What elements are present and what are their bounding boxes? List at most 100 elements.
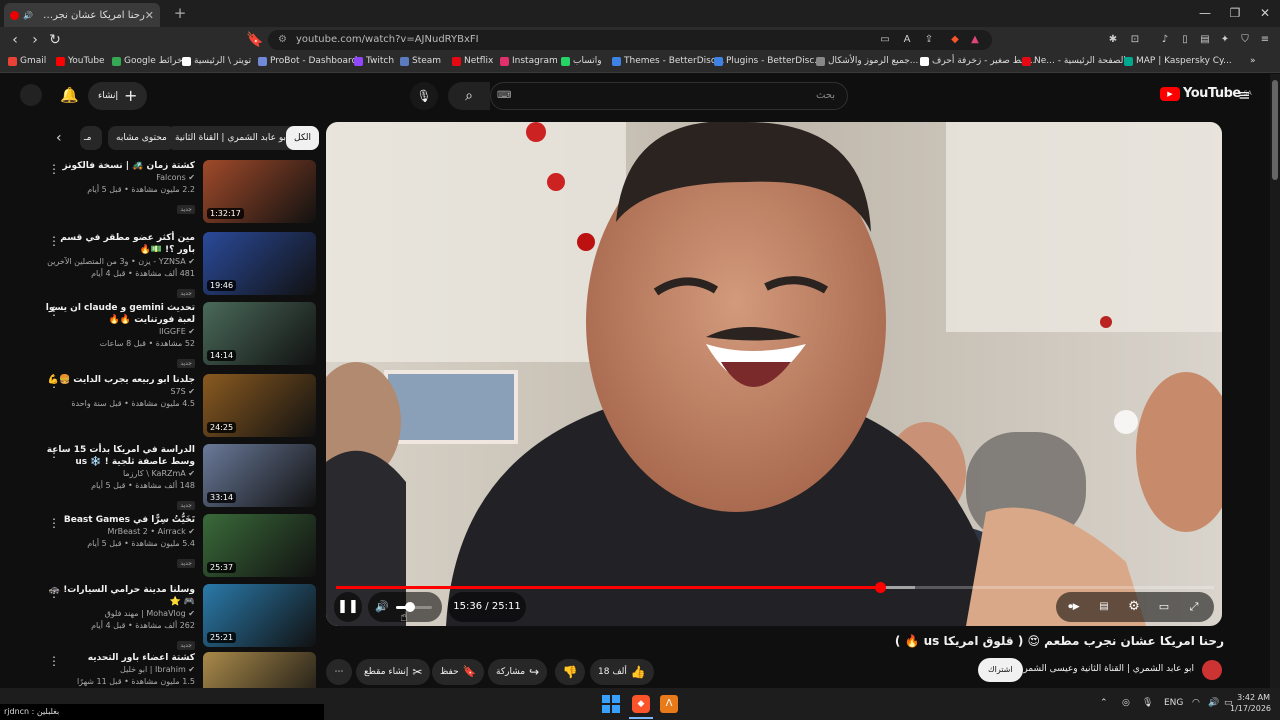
bookmark-whatsapp[interactable]: واتساب [561, 56, 602, 66]
theater-mode-icon[interactable]: ▭ [1150, 592, 1178, 622]
media-icon[interactable]: ♪ [1158, 33, 1172, 47]
microphone-icon[interactable]: 🎙 [1142, 698, 1153, 708]
volume-icon[interactable]: 🔊 [372, 592, 392, 622]
video-thumbnail[interactable]: 25:37 [203, 514, 316, 577]
language-indicator[interactable]: ENG [1164, 698, 1183, 708]
bookmark-netflix[interactable]: Netflix [452, 56, 493, 66]
video-thumbnail[interactable]: 1:32:17 [203, 160, 316, 223]
menu-icon[interactable]: ≡ [1258, 33, 1272, 47]
video-thumbnail[interactable]: 33:14 [203, 444, 316, 507]
brave-shields-icon[interactable]: ◆ [948, 33, 962, 47]
recommendation-card[interactable]: ⋮ 25:37 تَخَيُّتُ سِرًّا في Beast Games … [40, 514, 316, 578]
sidebar-icon[interactable]: ▯ [1178, 33, 1192, 47]
video-title[interactable]: جلدنا ابو ربيعه يجرب الدايت 🍔💪 [45, 374, 195, 386]
channel-name[interactable]: ✔ Ibrahim | ابو خليل [45, 664, 195, 676]
more-bookmarks-icon[interactable]: » [1250, 56, 1256, 66]
recommendation-card[interactable]: ⋮ 19:46 مين أكثر عضو مطقر في قسم باور ؟!… [40, 232, 316, 298]
bookmark-instagram[interactable]: Instagram [500, 56, 558, 66]
bookmark-twitter[interactable]: تويتر \ الرئيسية [182, 56, 251, 66]
channel-avatar[interactable] [1202, 660, 1222, 680]
channel-name[interactable]: ✔ Falcons [45, 172, 195, 184]
video-thumbnail[interactable]: 24:25 [203, 374, 316, 437]
guide-menu-icon[interactable]: ≡ [1238, 86, 1251, 104]
app-taskbar-icon[interactable]: Λ [660, 695, 678, 713]
volume-slider[interactable] [396, 602, 432, 612]
bookmark-twitch[interactable]: Twitch [354, 56, 394, 66]
bookmark-symbols[interactable]: جميع الرموز والأشكال... [816, 56, 918, 66]
bookmark-fonts[interactable]: خط صغير - زخرفة أحرف... [920, 56, 1035, 66]
reload-button[interactable]: ↻ [46, 31, 64, 49]
video-title[interactable]: كشتة اعضاء باور التحديه [45, 652, 195, 664]
brave-rewards-icon[interactable]: ▲ [968, 33, 982, 47]
bookmark-youtube[interactable]: YouTube [56, 56, 105, 66]
like-button[interactable]: 18 ألف 👍 [590, 659, 654, 685]
search-button[interactable]: ⌕ [448, 82, 490, 110]
voice-search-icon[interactable]: 🎙 [410, 82, 438, 110]
video-title[interactable]: مين أكثر عضو مطقر في قسم باور ؟! 💵🔥 [45, 232, 195, 256]
site-info-icon[interactable]: ⚙ [278, 30, 287, 50]
video-player[interactable]: ❚❚ 🔊 15:36 / 25:11 ⏺▶ ▤ ⚙ ▭ ⤢ [326, 122, 1222, 626]
recommendation-card[interactable]: ⋮ 24:25 جلدنا ابو ربيعه يجرب الدايت 🍔💪 ✔… [40, 374, 316, 438]
screenshot-icon[interactable]: ⊡ [1128, 33, 1142, 47]
video-thumbnail[interactable]: 14:14 [203, 302, 316, 365]
recommendation-card[interactable]: ⋮ 33:14 الدراسة في امريكا بدأت 15 ساعة و… [40, 444, 316, 510]
channel-name[interactable]: ✔ MrBeast 2 • Airrack [45, 526, 195, 538]
play-pause-button[interactable]: ❚❚ [334, 592, 362, 622]
forward-button[interactable]: › [26, 31, 44, 49]
recommendation-card[interactable]: ⋮ 1:32:17 كشتة زمان 🚜 | نسخة فالكونز ✔ F… [40, 160, 316, 224]
video-title[interactable]: الدراسة في امريكا بدأت 15 ساعة وسط عاصفة… [45, 444, 195, 468]
wallet-icon[interactable]: ▤ [1198, 33, 1212, 47]
video-thumbnail[interactable]: 19:46 [203, 232, 316, 295]
extensions-icon[interactable]: ✱ [1106, 33, 1120, 47]
bookmark-google-maps[interactable]: Google خرائط [112, 56, 183, 66]
notifications-bell-icon[interactable]: 🔔 [60, 86, 79, 104]
share-icon[interactable]: ⇪ [922, 33, 936, 47]
tray-app-icon[interactable]: ◎ [1122, 698, 1130, 708]
start-button[interactable] [602, 695, 620, 713]
bookmark-page-icon[interactable]: 🔖 [246, 31, 264, 49]
cast-icon[interactable]: ▭ [878, 33, 892, 47]
new-tab-button[interactable]: + [170, 3, 190, 23]
bookmark-steam[interactable]: Steam [400, 56, 441, 66]
brave-taskbar-icon[interactable]: ◆ [632, 695, 650, 713]
scrollbar-thumb[interactable] [1272, 80, 1278, 180]
chip-more[interactable]: مـ [80, 126, 102, 150]
bookmark-betterdiscord-themes[interactable]: Themes - BetterDisc... [612, 56, 724, 66]
tray-chevron-icon[interactable]: ⌃ [1100, 698, 1108, 708]
autoplay-toggle-icon[interactable]: ⏺▶ [1060, 592, 1088, 622]
channel-name[interactable]: ✔ KaRZmA \ كارزما [45, 468, 195, 480]
dislike-button[interactable]: 👎 [555, 659, 585, 685]
more-actions-button[interactable]: ⋯ [326, 659, 352, 685]
subtitles-icon[interactable]: ▤ [1090, 592, 1118, 622]
clock[interactable]: 3:42 AM 1/17/2026 [1230, 692, 1271, 714]
minimize-button[interactable]: — [1190, 4, 1220, 22]
video-title[interactable]: وسلنا مدينة حرامي السيارات! 🚓 🎮 ⭐ [45, 584, 195, 608]
bookmark-betterdiscord-plugins[interactable]: Plugins - BetterDisc... [714, 56, 823, 66]
vpn-icon[interactable]: ⛉ [1238, 33, 1252, 47]
save-button[interactable]: حفظ 🔖 [432, 659, 485, 685]
video-title[interactable]: تَخَيُّتُ سِرًّا في Beast Games [45, 514, 195, 526]
channel-name[interactable]: ✔ IIGGFE [45, 326, 195, 338]
clip-button[interactable]: إنشاء مقطع ✂ [356, 659, 431, 685]
back-button[interactable]: ‹ [6, 31, 24, 49]
bookmark-kaspersky[interactable]: MAP | Kaspersky Cy... [1124, 56, 1232, 66]
bookmark-probot[interactable]: ProBot - Dashboard [258, 56, 357, 66]
recommendation-card[interactable]: ⋮ 25:21 وسلنا مدينة حرامي السيارات! 🚓 🎮 … [40, 584, 316, 650]
video-thumbnail[interactable]: 25:21 [203, 584, 316, 647]
channel-name[interactable]: ✔ MohaVlog | مهند فلوق [45, 608, 195, 620]
translate-icon[interactable]: A [900, 33, 914, 47]
tab-close-icon[interactable]: ✕ [145, 9, 154, 22]
bookmark-gmail[interactable]: Gmail [8, 56, 46, 66]
close-window-button[interactable]: ✕ [1250, 4, 1280, 22]
maximize-button[interactable]: ❐ [1220, 4, 1250, 22]
create-button[interactable]: إنشاء + [88, 82, 148, 110]
leo-ai-icon[interactable]: ✦ [1218, 33, 1232, 47]
speaker-tray-icon[interactable]: 🔊 [1208, 698, 1219, 708]
search-input[interactable]: بحث ⌨ [490, 82, 848, 110]
chip-related[interactable]: محتوى مشابه [108, 126, 175, 150]
recommendation-card[interactable]: ⋮ 14:14 تحديث gemini و claude ان يسوا لع… [40, 302, 316, 368]
share-button[interactable]: مشاركة ↪ [488, 659, 548, 685]
chips-prev-arrow-icon[interactable]: ‹ [56, 130, 62, 146]
chip-all[interactable]: الكل [286, 126, 320, 150]
video-title[interactable]: تحديث gemini و claude ان يسوا لعبة فورتن… [45, 302, 195, 326]
